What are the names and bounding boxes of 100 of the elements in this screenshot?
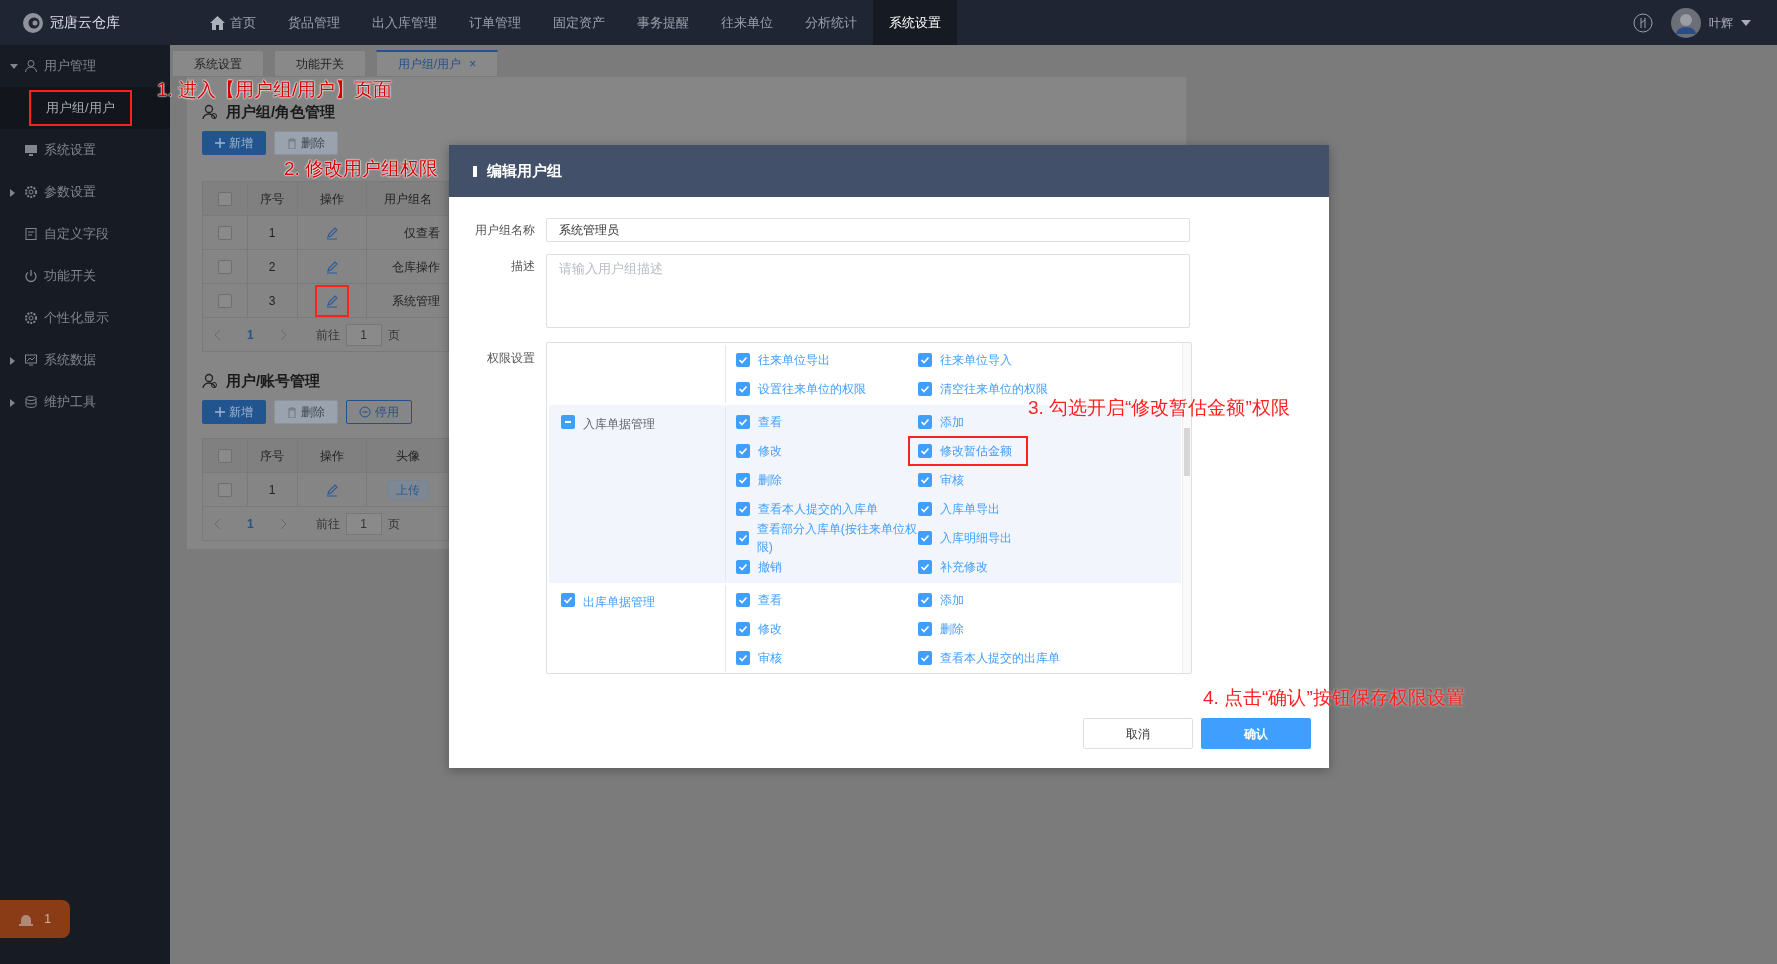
scroll-thumb[interactable] — [1184, 428, 1190, 476]
sidebar-item[interactable]: 系统设置 — [44, 140, 96, 160]
sidebar-item[interactable]: 维护工具 — [44, 392, 96, 412]
checkbox[interactable] — [736, 414, 750, 429]
checkbox[interactable] — [217, 260, 232, 275]
nav-tab[interactable]: 往来单位 — [705, 0, 789, 45]
checkbox[interactable] — [918, 352, 932, 367]
form-icon — [24, 227, 38, 241]
checkbox[interactable] — [918, 501, 932, 516]
nav-tab[interactable]: 分析统计 — [789, 0, 873, 45]
checkbox[interactable] — [736, 592, 750, 607]
checkbox[interactable] — [217, 483, 232, 498]
checkbox[interactable] — [918, 472, 932, 487]
nav-tab[interactable]: 订单管理 — [453, 0, 537, 45]
description-field[interactable]: 请输入用户组描述 — [546, 254, 1190, 328]
checkbox[interactable] — [918, 592, 932, 607]
checkbox[interactable] — [736, 472, 750, 487]
check-icon — [920, 416, 930, 427]
name-field[interactable]: 系统管理员 — [546, 218, 1190, 242]
sidebar-item[interactable]: 系统数据 — [44, 350, 96, 370]
permission-label: 清空往来单位的权限 — [940, 380, 1048, 398]
page-input[interactable]: 1 — [345, 323, 382, 346]
tab[interactable]: 系统设置 — [172, 50, 264, 77]
caret-right-icon[interactable] — [10, 356, 15, 365]
sidebar-item[interactable]: 参数设置 — [44, 182, 96, 202]
checkbox[interactable] — [918, 530, 932, 545]
checkbox[interactable] — [918, 559, 932, 574]
tab[interactable]: 功能开关 — [274, 50, 366, 77]
permission-label: 修改暂估金额 — [940, 442, 1012, 460]
checkbox[interactable] — [736, 650, 750, 665]
column-header: 序号 — [247, 181, 297, 216]
checkbox[interactable] — [217, 294, 232, 309]
pencil-icon[interactable] — [324, 483, 339, 498]
check-icon — [738, 354, 748, 365]
chevron-left-icon[interactable] — [215, 518, 221, 529]
gear-icon — [24, 311, 38, 325]
sidebar-item[interactable]: 个性化显示 — [44, 308, 109, 328]
gear-icon — [24, 185, 38, 199]
table-cell: 仓库操作 — [392, 259, 440, 274]
check-icon — [920, 594, 930, 605]
checkbox[interactable] — [736, 530, 749, 545]
sidebar-item[interactable]: 用户组/用户 — [46, 100, 115, 116]
chevron-right-icon[interactable] — [279, 518, 286, 529]
checkbox[interactable] — [217, 192, 232, 207]
checkbox[interactable] — [736, 443, 750, 458]
trash-icon — [287, 137, 297, 149]
permission-label: 查看 — [758, 591, 782, 609]
check-icon — [738, 445, 748, 456]
power-icon — [24, 269, 38, 283]
user-name[interactable]: 叶辉 — [1709, 13, 1733, 32]
add-button[interactable]: 新增 — [202, 131, 266, 155]
nav-tab[interactable]: 事务提醒 — [621, 0, 705, 45]
sidebar-item[interactable]: 用户管理 — [44, 56, 96, 76]
checkbox[interactable] — [918, 443, 932, 458]
checkbox[interactable] — [217, 226, 232, 241]
checkbox[interactable] — [918, 381, 932, 396]
nav-tab[interactable]: 固定资产 — [537, 0, 621, 45]
checkbox[interactable] — [217, 449, 232, 464]
users-icon — [202, 373, 218, 389]
checkbox[interactable] — [736, 501, 750, 516]
cancel-button[interactable]: 取消 — [1083, 718, 1193, 749]
nav-tab[interactable]: 货品管理 — [272, 0, 356, 45]
permission-label: 入库单导出 — [940, 500, 1000, 518]
nav-tab[interactable]: 首页 — [194, 0, 272, 45]
checkbox[interactable] — [736, 381, 750, 396]
section-title: 用户组/角色管理 — [226, 101, 336, 122]
checkbox[interactable] — [561, 593, 575, 607]
add-button[interactable]: 新增 — [202, 400, 266, 424]
caret-down-icon[interactable] — [10, 64, 18, 70]
confirm-button[interactable]: 确认 — [1201, 718, 1311, 749]
chevron-right-icon[interactable] — [279, 329, 286, 340]
avatar[interactable] — [1671, 7, 1701, 38]
sidebar-item[interactable]: 自定义字段 — [44, 224, 109, 244]
column-header: 序号 — [247, 438, 298, 473]
pencil-icon[interactable] — [324, 293, 339, 308]
checkbox[interactable] — [918, 414, 932, 429]
checkbox[interactable] — [736, 559, 750, 574]
caret-right-icon[interactable] — [10, 398, 15, 407]
check-icon — [738, 383, 748, 394]
chevron-left-icon[interactable] — [215, 329, 221, 340]
alert-badge[interactable]: 1 — [0, 900, 70, 938]
pencil-icon[interactable] — [324, 260, 339, 275]
checkbox[interactable] — [918, 650, 932, 665]
permission-label: 审核 — [940, 471, 964, 489]
caret-icon[interactable] — [1741, 19, 1751, 26]
nav-tab[interactable]: 出入库管理 — [356, 0, 453, 45]
check-icon — [920, 532, 930, 543]
checkbox[interactable] — [736, 352, 750, 367]
page-input[interactable]: 1 — [345, 512, 382, 535]
checkbox[interactable] — [736, 621, 750, 636]
pencil-icon[interactable] — [324, 226, 339, 241]
sidebar-item[interactable]: 功能开关 — [44, 266, 96, 286]
caret-right-icon[interactable] — [10, 188, 15, 197]
nav-tab[interactable]: 系统设置 — [873, 0, 957, 45]
permission-label: 审核 — [758, 649, 782, 667]
checkbox[interactable] — [918, 621, 932, 636]
check-icon — [738, 532, 748, 543]
field-label: 权限设置 — [486, 350, 535, 367]
checkbox[interactable] — [561, 415, 575, 429]
table-cell: 2 — [247, 249, 297, 284]
